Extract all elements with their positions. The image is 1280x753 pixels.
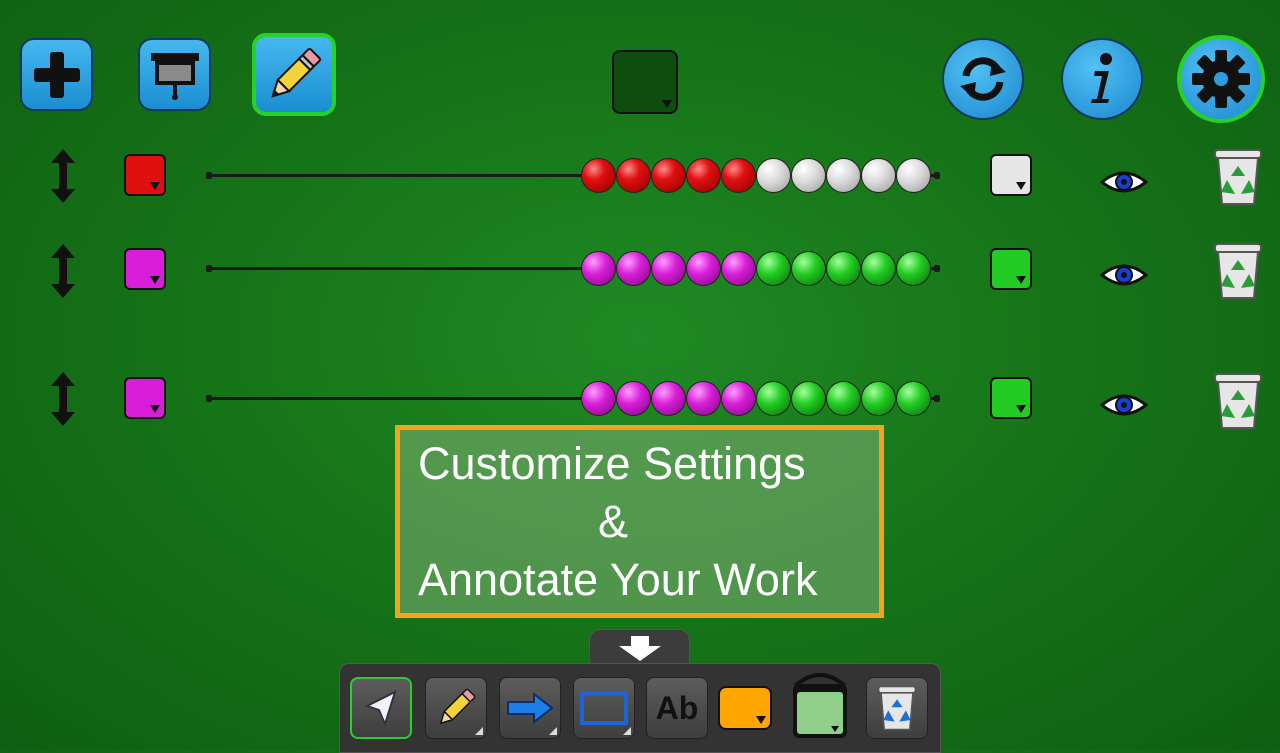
- recycle-bin-icon: [877, 685, 917, 731]
- right-bead-color-picker[interactable]: [990, 248, 1032, 290]
- pencil-tool-button[interactable]: [425, 677, 487, 739]
- info-button[interactable]: [1061, 38, 1143, 120]
- bead[interactable]: [721, 251, 756, 286]
- eye-icon[interactable]: [1100, 168, 1148, 196]
- text-tool-button[interactable]: Ab: [646, 677, 708, 739]
- annotate-pencil-button[interactable]: [252, 33, 336, 116]
- text-tool-label: Ab: [655, 689, 699, 726]
- clear-annotations-button[interactable]: [866, 677, 928, 739]
- dropdown-triangle-icon: [1016, 276, 1026, 284]
- dropdown-triangle-icon: [1016, 182, 1026, 190]
- rectangle-tool-button[interactable]: [573, 677, 635, 739]
- bead[interactable]: [616, 381, 651, 416]
- pointer-tool-button[interactable]: [350, 677, 412, 739]
- bead[interactable]: [686, 158, 721, 193]
- arrow-tool-button[interactable]: [499, 677, 561, 739]
- gear-icon: [1192, 50, 1250, 108]
- drag-handle-icon[interactable]: [50, 149, 76, 203]
- abacus-row: [0, 368, 1280, 430]
- toolbar-toggle-tab[interactable]: [589, 629, 690, 665]
- callout-line-1: Customize Settings: [418, 438, 806, 489]
- bead[interactable]: [896, 251, 931, 286]
- bead[interactable]: [756, 251, 791, 286]
- bead[interactable]: [686, 251, 721, 286]
- plus-icon: [33, 51, 80, 98]
- dropdown-triangle-icon: [150, 276, 160, 284]
- abacus-row: [0, 238, 1280, 300]
- bead[interactable]: [581, 381, 616, 416]
- bead[interactable]: [756, 381, 791, 416]
- pencil-icon: [439, 688, 476, 725]
- dropdown-triangle-icon: [756, 716, 766, 724]
- recycle-bin-icon[interactable]: [1213, 148, 1263, 206]
- eye-icon[interactable]: [1100, 391, 1148, 419]
- bead[interactable]: [651, 251, 686, 286]
- recycle-bin-icon[interactable]: [1213, 242, 1263, 300]
- bead[interactable]: [826, 158, 861, 193]
- background-color-picker[interactable]: [612, 50, 678, 114]
- bead-group[interactable]: [581, 251, 931, 286]
- bead[interactable]: [791, 158, 826, 193]
- bead[interactable]: [826, 251, 861, 286]
- bead[interactable]: [896, 381, 931, 416]
- dropdown-triangle-icon: [662, 100, 672, 108]
- bead[interactable]: [791, 251, 826, 286]
- bead[interactable]: [581, 251, 616, 286]
- bead[interactable]: [861, 251, 896, 286]
- pen-color-picker[interactable]: [718, 686, 772, 730]
- left-bead-color-picker[interactable]: [124, 154, 166, 196]
- bead[interactable]: [616, 251, 651, 286]
- pointer-arrow-icon: [364, 690, 397, 727]
- info-icon: [1091, 53, 1112, 103]
- rectangle-icon: [580, 691, 628, 725]
- present-button[interactable]: [138, 38, 211, 111]
- bead[interactable]: [616, 158, 651, 193]
- left-bead-color-picker[interactable]: [124, 377, 166, 419]
- dropdown-triangle-icon: [623, 727, 631, 735]
- drag-handle-icon[interactable]: [50, 372, 76, 426]
- abacus-app: { "toolbar_top": { "add_icon": "plus-ico…: [0, 0, 1280, 753]
- bead-group[interactable]: [581, 381, 931, 416]
- add-row-button[interactable]: [20, 38, 93, 111]
- bead[interactable]: [651, 381, 686, 416]
- bead-group[interactable]: [581, 158, 931, 193]
- reset-button[interactable]: [942, 38, 1024, 120]
- bead[interactable]: [861, 381, 896, 416]
- callout-line-3: Annotate Your Work: [418, 554, 818, 605]
- bead[interactable]: [581, 158, 616, 193]
- bead[interactable]: [756, 158, 791, 193]
- callout-line-2: &: [598, 496, 629, 547]
- projector-screen-icon: [150, 52, 199, 100]
- refresh-icon: [960, 57, 1006, 101]
- abacus-row: [0, 145, 1280, 205]
- right-bead-color-picker[interactable]: [990, 154, 1032, 196]
- bead[interactable]: [651, 158, 686, 193]
- bead[interactable]: [791, 381, 826, 416]
- fill-color-button[interactable]: [789, 668, 851, 740]
- dropdown-triangle-icon: [549, 727, 557, 735]
- fill-bucket-icon: [793, 673, 847, 738]
- dropdown-triangle-icon: [150, 182, 160, 190]
- arrow-down-icon: [619, 636, 661, 661]
- settings-button[interactable]: [1177, 35, 1265, 123]
- drag-handle-icon[interactable]: [50, 244, 76, 298]
- left-bead-color-picker[interactable]: [124, 248, 166, 290]
- eye-icon[interactable]: [1100, 261, 1148, 289]
- dropdown-triangle-icon: [1016, 405, 1026, 413]
- bead[interactable]: [896, 158, 931, 193]
- bead[interactable]: [686, 381, 721, 416]
- right-bead-color-picker[interactable]: [990, 377, 1032, 419]
- arrow-right-icon: [507, 692, 554, 724]
- bead[interactable]: [721, 381, 756, 416]
- recycle-bin-icon[interactable]: [1213, 372, 1263, 430]
- bead[interactable]: [721, 158, 756, 193]
- bead[interactable]: [861, 158, 896, 193]
- tip-callout: Customize Settings & Annotate Your Work: [395, 425, 884, 618]
- pencil-icon: [271, 47, 322, 98]
- dropdown-triangle-icon: [150, 405, 160, 413]
- bead[interactable]: [826, 381, 861, 416]
- dropdown-triangle-icon: [475, 727, 483, 735]
